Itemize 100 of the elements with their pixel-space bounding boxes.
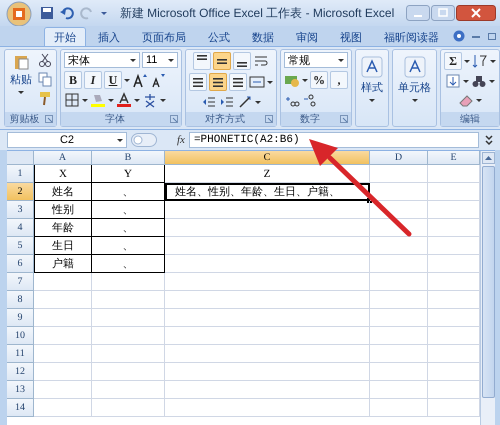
- text-orientation-icon[interactable]: [237, 94, 253, 110]
- scrollbar-thumb[interactable]: [482, 166, 494, 398]
- column-header[interactable]: C: [165, 151, 370, 165]
- name-box[interactable]: C2: [7, 132, 127, 148]
- caret-icon[interactable]: [117, 137, 123, 143]
- column-header[interactable]: A: [34, 151, 92, 165]
- ribbon-tab[interactable]: 数据: [242, 27, 284, 46]
- ribbon-tab[interactable]: 视图: [330, 27, 372, 46]
- ribbon-tab[interactable]: 页面布局: [132, 27, 196, 46]
- caret-icon[interactable]: [134, 97, 140, 103]
- expand-icon[interactable]: [483, 133, 495, 147]
- formula-field[interactable]: =PHONETIC(A2:B6): [188, 132, 479, 148]
- font-size-field[interactable]: 11: [142, 52, 178, 68]
- binoculars-icon[interactable]: [471, 73, 487, 89]
- caret-icon[interactable]: [130, 57, 136, 63]
- caret-icon[interactable]: [464, 58, 470, 64]
- align-button[interactable]: [209, 73, 227, 91]
- undo-icon[interactable]: [60, 6, 74, 20]
- row-header[interactable]: 13: [7, 381, 34, 399]
- percent-button[interactable]: %: [310, 71, 328, 89]
- merge-cells-icon[interactable]: [249, 74, 265, 90]
- maximize-icon[interactable]: [431, 5, 455, 21]
- clipboard-icon[interactable]: [13, 54, 29, 70]
- ribbon-tab[interactable]: 审阅: [286, 27, 328, 46]
- caret-icon[interactable]: [490, 58, 496, 64]
- font-name-field[interactable]: 宋体: [64, 52, 140, 68]
- caret-icon[interactable]: [302, 77, 308, 83]
- caret-icon[interactable]: [463, 78, 469, 84]
- column-header[interactable]: D: [370, 151, 428, 165]
- scroll-up-icon[interactable]: [482, 152, 494, 164]
- underline-button[interactable]: U: [104, 71, 122, 89]
- ribbon-tab[interactable]: 福昕阅读器: [374, 27, 449, 46]
- scissors-icon[interactable]: [37, 52, 53, 68]
- column-header[interactable]: E: [428, 151, 480, 165]
- caret-icon[interactable]: [168, 57, 174, 63]
- grow-font-icon[interactable]: [132, 72, 148, 88]
- restore-icon[interactable]: [487, 31, 497, 41]
- row-header[interactable]: 10: [7, 327, 34, 345]
- row-header[interactable]: 12: [7, 363, 34, 381]
- sort-filter-icon[interactable]: [472, 53, 488, 69]
- caret-icon[interactable]: [267, 79, 273, 85]
- phonetic-guide-icon[interactable]: [142, 92, 158, 108]
- row-header[interactable]: 11: [7, 345, 34, 363]
- shrink-font-icon[interactable]: [150, 72, 166, 88]
- align-button[interactable]: [229, 73, 247, 91]
- insert-function-button[interactable]: fx: [177, 134, 185, 146]
- help-icon[interactable]: [453, 30, 465, 42]
- row-header[interactable]: 7: [7, 273, 34, 291]
- align-button[interactable]: [193, 52, 211, 70]
- number-format-field[interactable]: 常规: [284, 52, 348, 68]
- italic-button[interactable]: I: [84, 71, 102, 89]
- column-header[interactable]: B: [92, 151, 165, 165]
- minimize-icon[interactable]: [406, 5, 430, 21]
- fill-down-icon[interactable]: [445, 73, 461, 89]
- font-color-icon[interactable]: [116, 92, 132, 108]
- save-icon[interactable]: [40, 6, 54, 20]
- caret-icon[interactable]: [338, 57, 344, 63]
- bold-button[interactable]: B: [64, 71, 82, 89]
- row-header[interactable]: 2: [7, 183, 34, 201]
- caret-icon[interactable]: [82, 97, 88, 103]
- caret-icon[interactable]: [160, 97, 166, 103]
- comma-style-button[interactable]: ,: [330, 71, 348, 89]
- caret-icon[interactable]: [124, 77, 130, 83]
- row-header[interactable]: 6: [7, 255, 34, 273]
- row-header[interactable]: 9: [7, 309, 34, 327]
- row-header[interactable]: 8: [7, 291, 34, 309]
- caret-icon[interactable]: [476, 97, 482, 103]
- align-button[interactable]: [189, 73, 207, 91]
- align-button[interactable]: [233, 52, 251, 70]
- dialog-launcher-icon[interactable]: [340, 115, 348, 123]
- row-header[interactable]: 5: [7, 237, 34, 255]
- row-header[interactable]: 3: [7, 201, 34, 219]
- ribbon-tab[interactable]: 公式: [198, 27, 240, 46]
- fill-color-icon[interactable]: [90, 92, 106, 108]
- row-header[interactable]: 14: [7, 399, 34, 417]
- caret-icon[interactable]: [412, 97, 418, 103]
- dialog-launcher-icon[interactable]: [45, 115, 53, 123]
- brush-icon[interactable]: [37, 90, 53, 106]
- paste-button[interactable]: 粘贴: [8, 52, 34, 110]
- splitter-handle-icon[interactable]: [131, 133, 157, 147]
- dropdown-caret-icon[interactable]: [100, 9, 108, 17]
- caret-icon[interactable]: [108, 97, 114, 103]
- ribbon-tab[interactable]: 插入: [88, 27, 130, 46]
- copy-icon[interactable]: [37, 71, 53, 87]
- caret-icon[interactable]: [255, 99, 261, 105]
- dialog-launcher-icon[interactable]: [170, 115, 178, 123]
- active-cell[interactable]: 姓名、性别、年龄、生日、户籍、: [165, 183, 370, 201]
- caret-icon[interactable]: [489, 78, 495, 84]
- close-icon[interactable]: [456, 5, 496, 21]
- autosum-button[interactable]: Σ: [444, 52, 462, 70]
- caret-icon[interactable]: [369, 97, 375, 103]
- decrease-decimal-icon[interactable]: [302, 92, 318, 108]
- caret-icon[interactable]: [18, 89, 24, 95]
- dialog-launcher-icon[interactable]: [265, 115, 273, 123]
- align-button[interactable]: [213, 52, 231, 70]
- office-button-icon[interactable]: [4, 0, 34, 26]
- row-header[interactable]: 4: [7, 219, 34, 237]
- row-header[interactable]: 1: [7, 165, 34, 183]
- borders-icon[interactable]: [64, 92, 80, 108]
- ribbon-tab[interactable]: 开始: [44, 27, 86, 46]
